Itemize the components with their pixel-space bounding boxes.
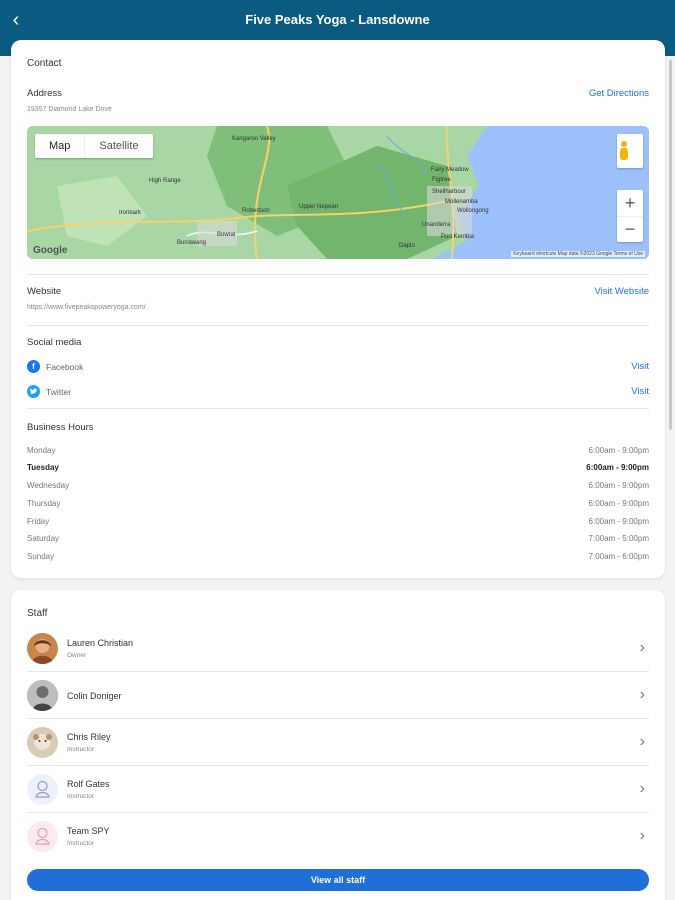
map-place: Wollongong [457, 208, 489, 214]
map-place: Shellharbour [432, 189, 466, 195]
map-place: Bowral [217, 232, 235, 238]
business-hours-heading: Business Hours [27, 422, 94, 433]
twitter-visit-link[interactable]: Visit [631, 386, 649, 397]
chevron-right-icon: › [639, 780, 645, 797]
chevron-right-icon: › [639, 686, 645, 703]
chevron-right-icon: › [639, 639, 645, 656]
map-place: Fairy Meadow [431, 167, 469, 173]
map-place: Ironbark [119, 210, 142, 216]
staff-role: Owner [67, 652, 87, 659]
staff-row[interactable]: Chris Riley Instructor › [27, 719, 649, 766]
map-place: Dapto [399, 243, 416, 249]
hours-row: Saturday 7:00am - 5:00pm [27, 534, 649, 543]
staff-name: Colin Doniger [67, 691, 122, 701]
hours-row: Friday 6:00am - 9:00pm [27, 517, 649, 526]
facebook-icon: f [27, 360, 40, 373]
google-logo: Google [33, 245, 68, 256]
hours-row: Monday 6:00am - 9:00pm [27, 446, 649, 455]
chevron-right-icon: › [639, 827, 645, 844]
avatar [27, 680, 58, 711]
map-attribution[interactable]: Keyboard shortcuts Map data ©2023 Google… [511, 251, 645, 257]
map-place: Robertson [242, 208, 270, 214]
scrollbar[interactable] [669, 60, 672, 430]
staff-name: Chris Riley [67, 732, 111, 742]
avatar [27, 633, 58, 664]
divider [27, 325, 649, 326]
map-place: Unanderra [422, 222, 451, 228]
map-tab-map[interactable]: Map [35, 134, 84, 158]
divider [27, 408, 649, 409]
zoom-controls: + − [617, 190, 643, 242]
map-view[interactable]: Kangaroo Valley High Range Ironbark Figt… [27, 126, 649, 259]
map-place: Upper Nepean [299, 204, 338, 210]
divider [27, 274, 649, 275]
staff-name: Team SPY [67, 826, 110, 836]
avatar [27, 727, 58, 758]
facebook-visit-link[interactable]: Visit [631, 361, 649, 372]
get-directions-link[interactable]: Get Directions [589, 88, 649, 99]
staff-role: Instructor [67, 840, 95, 847]
hours-row: Thursday 6:00am - 9:00pm [27, 499, 649, 508]
map-place: Port Kembla [441, 234, 475, 240]
zoom-in-button[interactable]: + [617, 190, 643, 216]
page-title: Five Peaks Yoga - Lansdowne [245, 12, 430, 27]
map-place: High Range [149, 178, 181, 184]
staff-heading: Staff [27, 608, 48, 619]
social-media-heading: Social media [27, 337, 82, 348]
address-value: 19357 Diamond Lake Drive [27, 106, 112, 113]
staff-name: Lauren Christian [67, 638, 134, 648]
person-placeholder-icon [27, 821, 58, 852]
address-label: Address [27, 88, 62, 99]
map-place: Burrawang [177, 240, 206, 246]
staff-row[interactable]: Lauren Christian Owner › [27, 625, 649, 672]
chevron-right-icon: › [639, 733, 645, 750]
view-all-staff-button[interactable]: View all staff [27, 869, 649, 891]
map-place: Mollenamba [445, 199, 478, 205]
street-view-pegman-icon[interactable] [617, 134, 643, 168]
website-url: https://www.fivepeakspoweryoga.com/ [27, 304, 146, 311]
staff-name: Rolf Gates [67, 779, 110, 789]
website-label: Website [27, 286, 62, 297]
contact-card: Contact Address 19357 Diamond Lake Drive… [11, 40, 665, 578]
person-placeholder-icon [27, 774, 58, 805]
hours-row: Tuesday 6:00am - 9:00pm [27, 463, 649, 472]
staff-role: Instructor [67, 793, 95, 800]
map-place: Figtree [432, 177, 451, 183]
staff-role: Instructor [67, 746, 95, 753]
staff-row[interactable]: Colin Doniger › [27, 672, 649, 719]
staff-card: Staff Lauren Christian Owner › Colin Don… [11, 590, 665, 900]
staff-row[interactable]: Rolf Gates Instructor › [27, 766, 649, 813]
visit-website-link[interactable]: Visit Website [594, 286, 649, 297]
zoom-out-button[interactable]: − [617, 216, 643, 242]
twitter-label: Twitter [46, 387, 72, 397]
map-tab-satellite[interactable]: Satellite [84, 134, 152, 158]
hours-row: Wednesday 6:00am - 9:00pm [27, 481, 649, 490]
contact-heading: Contact [27, 58, 62, 69]
staff-row[interactable]: Team SPY Instructor › [27, 813, 649, 860]
map-type-toggle: Map Satellite [35, 134, 153, 158]
twitter-icon [27, 385, 40, 398]
facebook-label: Facebook [46, 362, 84, 372]
map-place: Kangaroo Valley [232, 136, 276, 142]
hours-row: Sunday 7:00am - 6:00pm [27, 552, 649, 561]
